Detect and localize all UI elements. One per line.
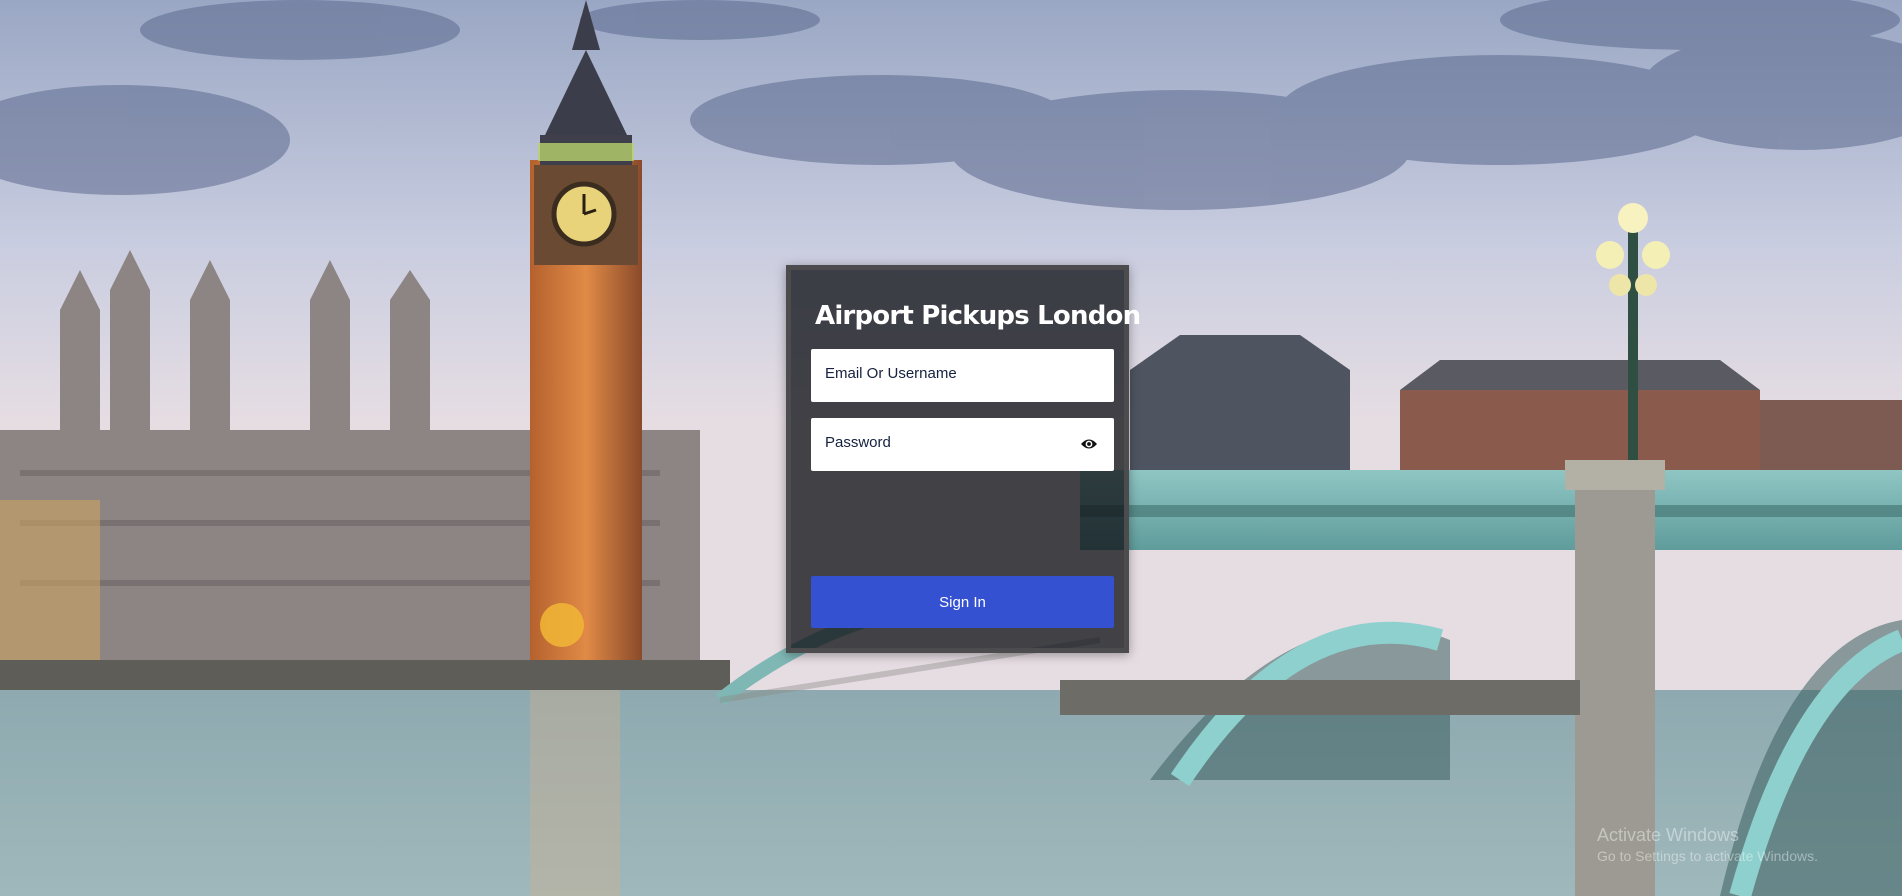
password-input[interactable] bbox=[811, 418, 1114, 471]
login-panel: Airport Pickups London Email Or Username… bbox=[786, 265, 1141, 653]
activate-windows-watermark: Activate Windows Go to Settings to activ… bbox=[1597, 824, 1818, 866]
sign-in-button[interactable]: Sign In bbox=[811, 576, 1114, 628]
password-field[interactable]: Password bbox=[811, 418, 1114, 471]
watermark-subtitle: Go to Settings to activate Windows. bbox=[1597, 848, 1818, 864]
brand-name: Airport Pickups London bbox=[815, 301, 1141, 331]
email-field[interactable]: Email Or Username bbox=[811, 349, 1114, 402]
email-input[interactable] bbox=[811, 349, 1114, 402]
login-page: Airport Pickups London Email Or Username… bbox=[0, 0, 1902, 896]
eye-icon[interactable] bbox=[1080, 437, 1098, 451]
brand-header: Airport Pickups London bbox=[811, 296, 1141, 336]
watermark-title: Activate Windows bbox=[1597, 825, 1740, 845]
